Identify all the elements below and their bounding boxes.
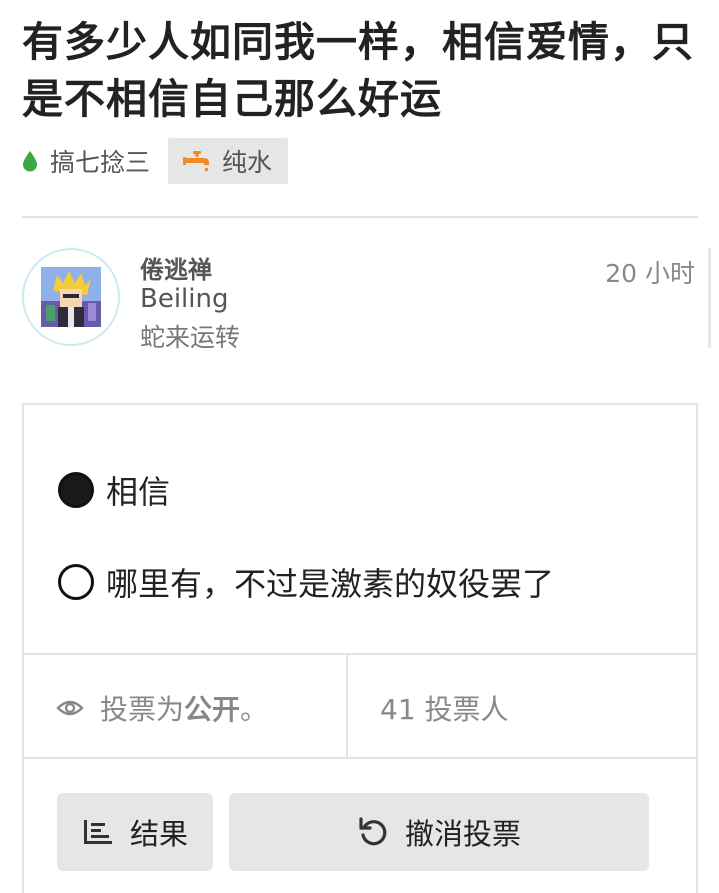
category-link[interactable]: 搞七捻三 bbox=[22, 138, 150, 184]
voter-count: 41 投票人 bbox=[380, 693, 509, 726]
results-button[interactable]: 结果 bbox=[57, 793, 213, 871]
header-divider bbox=[22, 216, 698, 218]
post-title: 有多少人如同我一样，相信爱情，只是不相信自己那么好运 bbox=[22, 18, 694, 123]
author-location: Beiling bbox=[140, 284, 229, 314]
poll-visibility: 投票为 公开。 bbox=[56, 688, 268, 728]
visibility-prefix: 投票为 bbox=[100, 693, 185, 726]
poll-option-label: 相信 bbox=[106, 473, 171, 511]
author-name[interactable]: 倦逃禅 bbox=[140, 250, 212, 285]
poll-option-label: 哪里有，不过是激素的奴役罢了 bbox=[106, 565, 555, 603]
poll-card: 相信 哪里有，不过是激素的奴役罢了 投票为 公开。 41 投票人 结果 撤消投票 bbox=[22, 403, 698, 893]
undo-icon bbox=[359, 817, 387, 846]
post-tags: 搞七捻三 纯水 bbox=[22, 138, 289, 184]
avatar[interactable] bbox=[22, 248, 120, 346]
avatar-image bbox=[41, 267, 101, 327]
tag-label: 纯水 bbox=[222, 148, 273, 177]
poll-option-2[interactable]: 哪里有，不过是激素的奴役罢了 bbox=[58, 559, 554, 605]
author-status: 蛇来运转 bbox=[140, 323, 241, 352]
visibility-strong: 公开 bbox=[184, 693, 241, 726]
radio-unchecked-icon bbox=[58, 564, 94, 600]
tag-chip[interactable]: 纯水 bbox=[168, 138, 289, 184]
poll-option-1[interactable]: 相信 bbox=[58, 467, 170, 513]
revoke-label: 撤消投票 bbox=[404, 817, 521, 851]
post-time[interactable]: 20 小时 bbox=[605, 254, 695, 290]
visibility-suffix: 。 bbox=[240, 693, 269, 726]
category-label: 搞七捻三 bbox=[50, 148, 151, 177]
stats-divider bbox=[346, 655, 348, 757]
revoke-vote-button[interactable]: 撤消投票 bbox=[229, 793, 649, 871]
scroll-indicator bbox=[708, 248, 711, 348]
poll-stats: 投票为 公开。 41 投票人 bbox=[24, 653, 696, 759]
eye-icon bbox=[56, 700, 84, 716]
radio-checked-icon bbox=[58, 472, 94, 508]
drop-icon bbox=[23, 151, 37, 172]
bar-list-icon bbox=[83, 820, 112, 844]
results-label: 结果 bbox=[129, 817, 188, 851]
faucet-icon bbox=[183, 151, 210, 172]
